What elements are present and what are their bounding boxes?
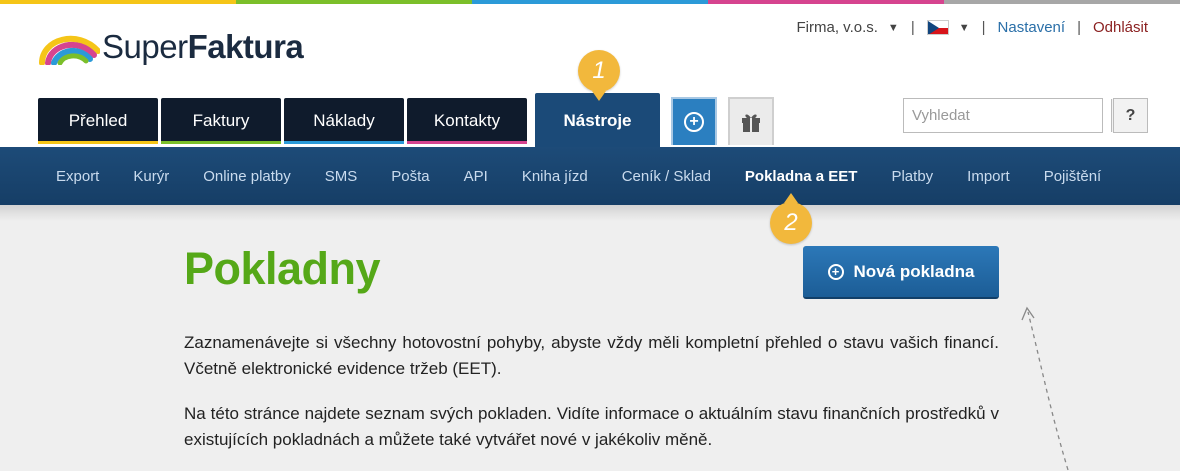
settings-link[interactable]: Nastavení xyxy=(998,19,1066,36)
subnav-kniha-jizd[interactable]: Kniha jízd xyxy=(505,168,605,185)
subnav-pokladna-eet[interactable]: Pokladna a EET xyxy=(728,168,875,185)
logo-text: SuperFaktura xyxy=(102,28,304,66)
step-badge-1: 1 xyxy=(578,50,620,101)
topbar: Firma, v.o.s. ▼ | ▼ | Nastavení | Odhlás… xyxy=(797,19,1148,36)
subnav-export[interactable]: Export xyxy=(39,168,116,185)
subnav-online-platby[interactable]: Online platby xyxy=(186,168,308,185)
company-name: Firma, v.o.s. xyxy=(796,19,878,36)
tab-nastroje[interactable]: Nástroje xyxy=(535,93,660,149)
tab-faktury[interactable]: Faktury xyxy=(161,98,281,144)
tab-label: Přehled xyxy=(68,111,128,130)
tab-underline xyxy=(38,141,158,144)
subnav-platby[interactable]: Platby xyxy=(874,168,950,185)
tab-underline xyxy=(161,141,281,144)
logo-rainbow-icon xyxy=(39,35,100,65)
tab-label: Faktury xyxy=(192,111,250,130)
tab-naklady[interactable]: Náklady xyxy=(284,98,404,144)
main-tabs: Přehled Faktury Náklady Kontakty xyxy=(38,98,530,144)
tab-prehled[interactable]: Přehled xyxy=(38,98,158,144)
new-cash-register-label: Nová pokladna xyxy=(853,261,975,281)
logo-text-bold: Faktura xyxy=(187,28,304,65)
logo[interactable]: SuperFaktura xyxy=(38,28,304,66)
new-cash-register-button[interactable]: + Nová pokladna xyxy=(803,246,999,299)
divider: | xyxy=(910,19,915,36)
subnav-sms[interactable]: SMS xyxy=(308,168,375,185)
step-badge-2: 2 xyxy=(770,193,812,244)
page-title: Pokladny xyxy=(184,243,381,294)
tab-label: Nástroje xyxy=(563,111,632,130)
dashed-arrow-decoration xyxy=(1021,306,1069,471)
tab-label: Kontakty xyxy=(433,111,501,130)
tab-kontakty[interactable]: Kontakty xyxy=(407,98,527,144)
subnav-shadow xyxy=(0,205,1180,221)
company-selector[interactable]: Firma, v.o.s. ▼ xyxy=(797,19,899,36)
intro-paragraph: Zaznamenávejte si všechny hotovostní poh… xyxy=(184,333,999,378)
tab-label: Náklady xyxy=(313,111,375,130)
czech-flag-icon xyxy=(926,20,949,35)
subnav-posta[interactable]: Pošta xyxy=(374,168,446,185)
plus-circle-icon: + xyxy=(827,263,844,280)
gift-button[interactable] xyxy=(728,97,774,145)
gift-icon xyxy=(742,114,760,132)
quick-add-button[interactable]: + xyxy=(671,97,717,145)
chevron-down-icon: ▼ xyxy=(958,21,970,34)
search-input[interactable] xyxy=(904,99,1111,132)
subnav-pojisteni[interactable]: Pojištění xyxy=(1027,168,1119,185)
description-paragraph: Na této stránce najdete seznam svých pok… xyxy=(184,404,999,449)
divider: | xyxy=(981,19,986,36)
subnav-kuryr[interactable]: Kurýr xyxy=(116,168,186,185)
plus-circle-icon: + xyxy=(684,112,704,132)
search-box xyxy=(903,98,1128,133)
logo-text-light: Super xyxy=(102,28,188,65)
chevron-down-icon: ▼ xyxy=(887,21,899,34)
subnav-api[interactable]: API xyxy=(447,168,505,185)
help-button[interactable]: ? xyxy=(1113,98,1148,133)
sub-navigation: Export Kurýr Online platby SMS Pošta API… xyxy=(0,147,1180,205)
tab-underline xyxy=(284,141,404,144)
tab-underline xyxy=(407,141,527,144)
logout-link[interactable]: Odhlásit xyxy=(1093,19,1148,36)
language-selector[interactable]: ▼ xyxy=(926,20,970,35)
divider: | xyxy=(1077,19,1081,36)
subnav-cenik-sklad[interactable]: Ceník / Sklad xyxy=(605,168,728,185)
subnav-import[interactable]: Import xyxy=(950,168,1027,185)
